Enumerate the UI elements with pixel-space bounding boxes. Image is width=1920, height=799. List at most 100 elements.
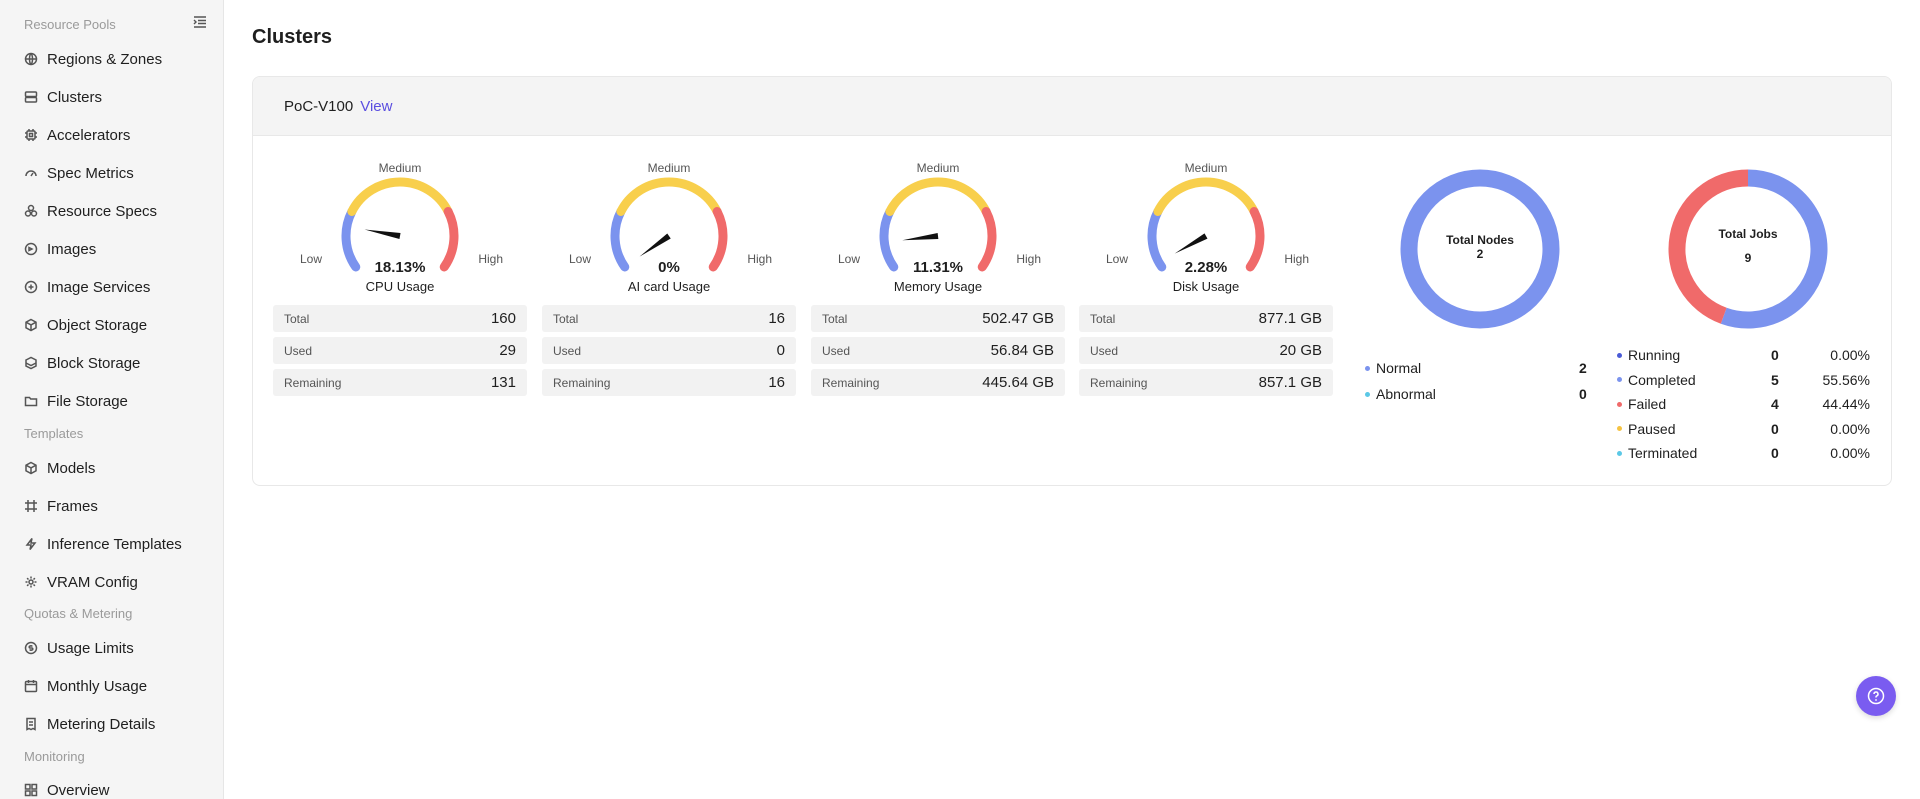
sidebar-item-block-storage[interactable]: Block Storage <box>0 344 223 382</box>
sidebar-section-templates: Templates <box>24 426 84 441</box>
jobs-donut-total: 9 <box>1744 251 1752 265</box>
jobs-legend-completed: Completed 5 55.56% <box>1617 369 1877 391</box>
gauge-medium-label: Medium <box>378 161 422 175</box>
legend-percent: 55.56% <box>1822 371 1870 388</box>
stack-icon <box>24 204 38 218</box>
stat-row: Used 20 GB <box>1079 337 1333 364</box>
sidebar-item-clusters[interactable]: Clusters <box>0 78 223 116</box>
gauge-percent: 11.31% <box>912 259 964 276</box>
stat-label: Total <box>553 311 579 326</box>
stat-value: 877.1 GB <box>1258 310 1322 327</box>
sidebar-item-models[interactable]: Models <box>0 449 223 487</box>
disc-icon <box>24 242 38 256</box>
legend-label: Terminated <box>1628 445 1698 461</box>
legend-count: 2 <box>1579 360 1587 376</box>
nodes-donut-title: Total Nodes <box>1446 233 1514 247</box>
gauge-title: Memory Usage <box>893 279 983 294</box>
legend-label: Failed <box>1628 396 1667 412</box>
legend-count: 5 <box>1771 371 1779 388</box>
sidebar: Resource Pools Regions & Zones Clusters … <box>0 0 224 799</box>
cluster-card: PoC-V100 View Medium Low High 18.13% CPU… <box>252 76 1892 486</box>
nodes-legend-normal: Normal 2 <box>1365 357 1587 379</box>
legend-percent: 0.00% <box>1830 347 1870 363</box>
legend-dot <box>1617 426 1622 431</box>
sidebar-item-spec-metrics[interactable]: Spec Metrics <box>0 154 223 192</box>
legend-dot <box>1365 391 1370 397</box>
disc-plus-icon <box>24 280 38 294</box>
stat-label: Total <box>1090 311 1116 326</box>
sidebar-item-usage-limits[interactable]: Usage Limits <box>0 629 223 667</box>
sidebar-item-monthly-usage[interactable]: Monthly Usage <box>0 667 223 705</box>
legend-percent: 44.44% <box>1822 396 1870 412</box>
jobs-donut-title: Total Jobs <box>1718 227 1778 241</box>
view-cluster-link[interactable]: View <box>360 98 392 115</box>
gauge-stats: Total 16 Used 0 Remaining 16 <box>542 305 796 401</box>
legend-percent: 0.00% <box>1830 420 1870 437</box>
jobs-legend-running: Running 0 0.00% <box>1617 344 1877 366</box>
legend-label: Running <box>1628 347 1681 363</box>
stat-row: Remaining 131 <box>273 369 527 396</box>
jobs-legend-paused: Paused 0 0.00% <box>1617 418 1877 440</box>
legend-label: Paused <box>1628 420 1676 437</box>
sidebar-item-label: VRAM Config <box>47 573 138 591</box>
sidebar-item-label: Inference Templates <box>47 535 182 553</box>
legend-label: Abnormal <box>1376 386 1436 402</box>
sidebar-item-image-services[interactable]: Image Services <box>0 268 223 306</box>
page-title: Clusters <box>252 26 333 48</box>
legend-count: 0 <box>1771 420 1779 437</box>
stat-label: Remaining <box>1090 375 1148 390</box>
stat-value: 445.64 GB <box>982 374 1054 391</box>
legend-count: 0 <box>1771 445 1779 461</box>
donut-slice-completed <box>1720 169 1828 329</box>
gauge-icon <box>24 166 38 180</box>
legend-dot <box>1617 450 1622 456</box>
sidebar-item-accelerators[interactable]: Accelerators <box>0 116 223 154</box>
sidebar-item-object-storage[interactable]: Object Storage <box>0 306 223 344</box>
stat-value: 502.47 GB <box>982 310 1054 327</box>
nodes-donut-total: 2 <box>1476 247 1484 261</box>
sidebar-item-inference-templates[interactable]: Inference Templates <box>0 525 223 563</box>
stat-value: 0 <box>776 342 785 359</box>
stat-value: 857.1 GB <box>1258 374 1322 391</box>
stat-label: Total <box>284 311 310 326</box>
sidebar-item-metering-details[interactable]: Metering Details <box>0 705 223 743</box>
stat-row: Used 29 <box>273 337 527 364</box>
stat-value: 20 GB <box>1279 342 1322 359</box>
sidebar-item-regions-zones[interactable]: Regions & Zones <box>0 40 223 78</box>
help-button[interactable] <box>1856 676 1896 716</box>
sidebar-item-label: Spec Metrics <box>47 164 134 182</box>
sidebar-section-monitoring: Monitoring <box>24 749 85 764</box>
gauge-medium-arc <box>885 177 991 216</box>
chip-icon <box>24 128 38 142</box>
nodes-donut: Total Nodes 2 <box>1395 164 1565 334</box>
database-icon <box>24 356 38 370</box>
help-icon <box>1867 687 1885 705</box>
legend-count: 0 <box>1579 386 1587 402</box>
cube-icon <box>24 318 38 332</box>
stat-row: Remaining 857.1 GB <box>1079 369 1333 396</box>
sidebar-item-label: Object Storage <box>47 316 148 334</box>
sidebar-item-label: Frames <box>47 497 98 515</box>
sidebar-item-label: Image Services <box>47 278 151 296</box>
gauge-medium-label: Medium <box>916 161 960 175</box>
legend-dot <box>1617 352 1622 358</box>
gauge-needle <box>902 233 939 241</box>
stat-value: 16 <box>768 310 785 327</box>
sidebar-item-resource-specs[interactable]: Resource Specs <box>0 192 223 230</box>
sidebar-item-frames[interactable]: Frames <box>0 487 223 525</box>
sidebar-item-vram-config[interactable]: VRAM Config <box>0 563 223 601</box>
sidebar-item-overview[interactable]: Overview <box>0 771 223 799</box>
stat-row: Used 56.84 GB <box>811 337 1065 364</box>
sidebar-item-label: Monthly Usage <box>47 677 148 695</box>
receipt-icon <box>24 717 38 731</box>
sidebar-item-file-storage[interactable]: File Storage <box>0 382 223 420</box>
gauge-needle <box>364 229 401 239</box>
grid-icon <box>24 783 38 797</box>
sidebar-item-images[interactable]: Images <box>0 230 223 268</box>
stat-label: Used <box>553 343 582 358</box>
gauge-title: AI card Usage <box>627 279 711 294</box>
sidebar-section-resource-pools: Resource Pools <box>24 17 116 32</box>
gauge-medium-arc <box>616 177 722 216</box>
globe-icon <box>24 52 38 66</box>
gauge-medium-label: Medium <box>647 161 691 175</box>
